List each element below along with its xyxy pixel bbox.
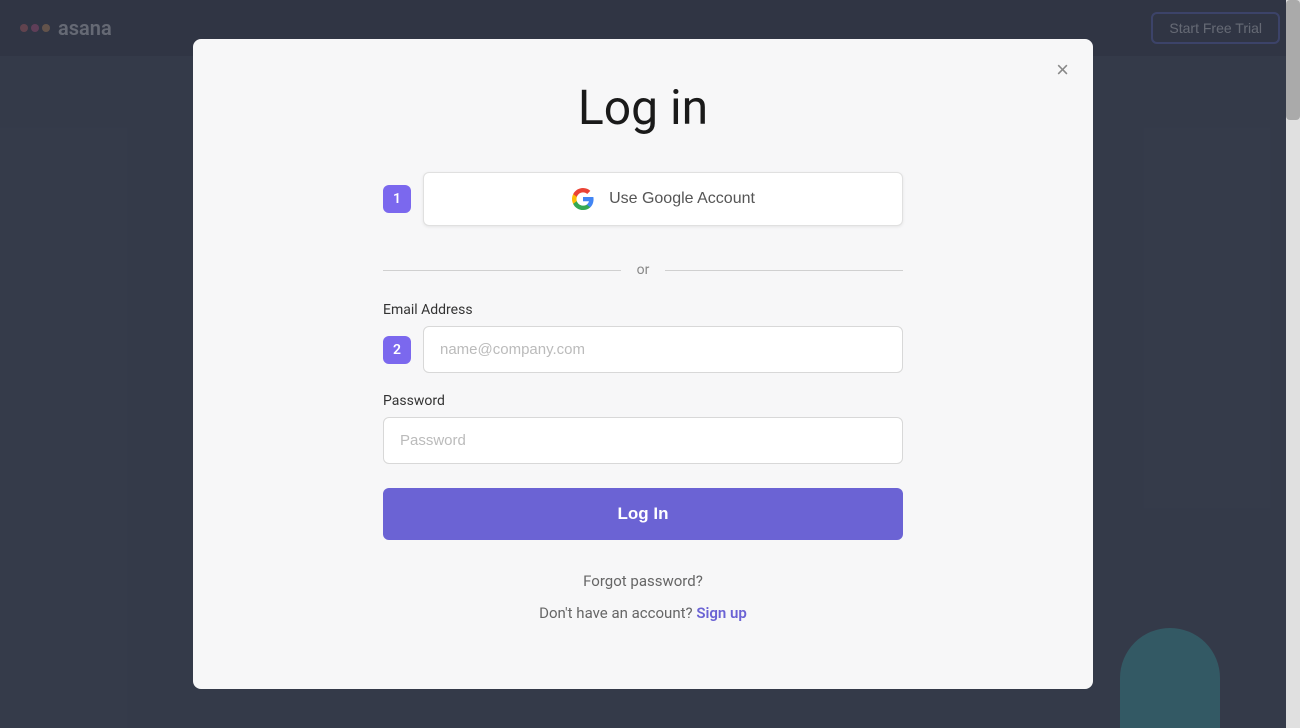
password-field-group: Password [383,389,903,464]
step1-badge: 1 [383,185,411,213]
google-step-row: 1 Use Google Account [383,172,903,226]
login-modal: × Log in 1 Use Google Account [193,39,1093,689]
divider-line-left [383,270,621,271]
modal-overlay: × Log in 1 Use Google Account [0,0,1286,728]
no-account-text: Don't have an account? [539,604,692,622]
signup-row: Don't have an account? Sign up [539,604,747,622]
scrollbar[interactable] [1286,0,1300,728]
modal-body: 1 Use Google Account or [383,172,903,622]
email-label: Email Address [383,302,903,318]
divider-line-right [665,270,903,271]
login-button[interactable]: Log In [383,488,903,540]
footer-links: Forgot password? Don't have an account? … [383,572,903,622]
or-text: or [637,262,650,278]
password-input[interactable] [383,417,903,464]
google-icon [571,187,595,211]
modal-title: Log in [578,79,708,136]
signup-link[interactable]: Sign up [696,604,747,622]
google-button-label: Use Google Account [609,190,755,208]
step2-badge: 2 [383,336,411,364]
password-label: Password [383,393,903,409]
forgot-password-link[interactable]: Forgot password? [583,572,703,590]
or-divider: or [383,262,903,278]
email-step-row: 2 [383,326,903,373]
email-field-group: Email Address 2 [383,298,903,373]
google-login-button[interactable]: Use Google Account [423,172,903,226]
scrollbar-thumb[interactable] [1286,0,1300,120]
close-button[interactable]: × [1056,59,1069,81]
email-input[interactable] [423,326,903,373]
